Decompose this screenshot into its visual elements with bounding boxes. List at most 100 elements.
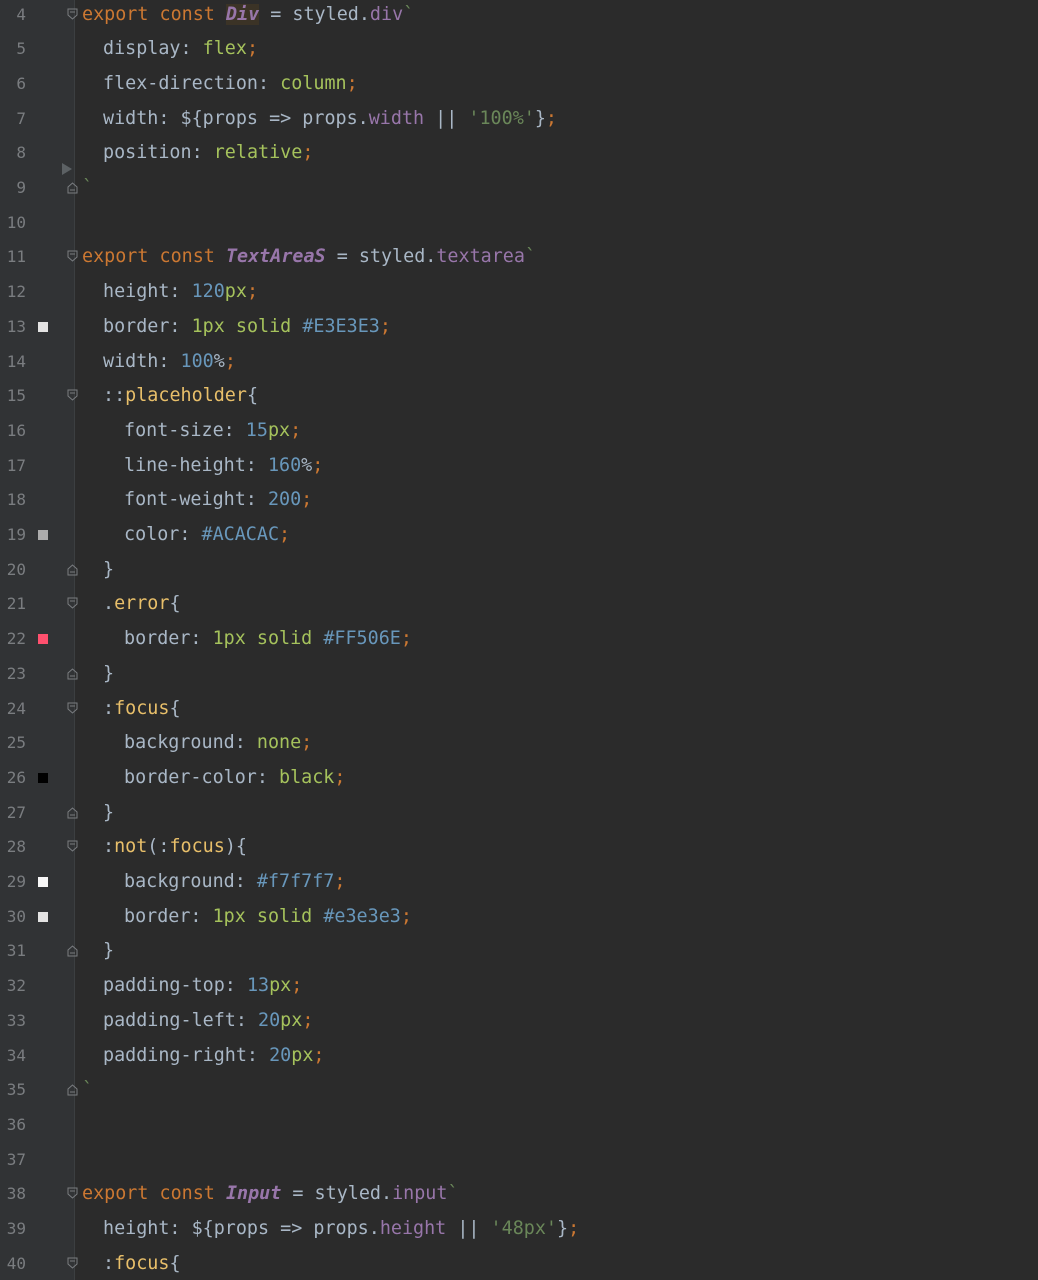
code-text[interactable]: } (103, 934, 114, 969)
code-text[interactable]: border: 1px solid #FF506E; (124, 622, 412, 657)
code-text[interactable]: font-size: 15px; (124, 414, 301, 449)
code-line[interactable]: 5 display: flex; (0, 32, 1038, 67)
code-line[interactable]: 35 ` (0, 1073, 1038, 1108)
color-swatch-icon[interactable] (38, 321, 48, 332)
fold-open-icon[interactable] (67, 597, 78, 610)
code-line[interactable]: 18 font-weight: 200; (0, 483, 1038, 518)
fold-close-icon[interactable] (67, 806, 78, 819)
fold-close-icon[interactable] (67, 563, 78, 576)
code-text[interactable]: ` (82, 171, 93, 206)
fold-open-icon[interactable] (67, 250, 78, 263)
code-text[interactable]: :not(:focus){ (103, 830, 247, 865)
code-line[interactable]: 34 padding-right: 20px; (0, 1039, 1038, 1074)
code-text[interactable]: ` (82, 1073, 93, 1108)
fold-open-icon[interactable] (67, 702, 78, 715)
code-line[interactable]: 8 position: relative; (0, 136, 1038, 171)
code-line[interactable]: 15::placeholder{ (0, 379, 1038, 414)
code-text[interactable]: .error{ (103, 587, 181, 622)
color-swatch-icon[interactable] (38, 530, 48, 540)
fold-close-icon[interactable] (67, 667, 78, 680)
code-text[interactable]: height: 120px; (103, 275, 258, 310)
code-text[interactable]: width: ${props => props.width || '100%'}… (103, 102, 557, 137)
code-line[interactable]: 28:not(:focus){ (0, 830, 1038, 865)
fold-close-icon[interactable] (67, 1083, 78, 1096)
code-line[interactable]: 22 border: 1px solid #FF506E; (0, 622, 1038, 657)
code-editor[interactable]: 4 export const Div = styled.div` 5 display:… (0, 0, 1038, 1280)
fold-open-icon[interactable] (67, 1187, 78, 1200)
code-line[interactable]: 37 (0, 1143, 1038, 1178)
code-token: ; (568, 1218, 580, 1239)
code-text[interactable]: :focus{ (103, 1247, 181, 1280)
color-swatch-icon[interactable] (38, 877, 48, 887)
code-line[interactable]: 27} (0, 796, 1038, 831)
code-line[interactable]: 30 border: 1px solid #e3e3e3; (0, 900, 1038, 935)
code-text[interactable]: flex-direction: column; (103, 67, 358, 102)
code-line[interactable]: 13 border: 1px solid #E3E3E3; (0, 310, 1038, 345)
code-line[interactable]: 23} (0, 657, 1038, 692)
code-line[interactable]: 10 (0, 206, 1038, 241)
code-text[interactable]: export const TextAreaS = styled.textarea… (82, 240, 536, 275)
code-text[interactable]: padding-top: 13px; (103, 969, 302, 1004)
fold-close-icon[interactable] (67, 181, 78, 194)
code-line[interactable]: 7 width: ${props => props.width || '100%'… (0, 102, 1038, 137)
color-swatch-icon[interactable] (38, 634, 48, 645)
code-line[interactable]: 25 background: none; (0, 726, 1038, 761)
line-number: 19 (6, 525, 26, 544)
code-line[interactable]: 39 height: ${props => props.height || '48… (0, 1212, 1038, 1247)
fold-close-icon[interactable] (67, 944, 78, 957)
code-text[interactable]: font-weight: 200; (124, 483, 312, 518)
code-line[interactable]: 29 background: #f7f7f7; (0, 865, 1038, 900)
code-line[interactable]: 12 height: 120px; (0, 275, 1038, 310)
line-number: 18 (6, 490, 26, 510)
code-line[interactable]: 24:focus{ (0, 692, 1038, 727)
code-line[interactable]: 9 ` (0, 171, 1038, 206)
code-text[interactable]: border-color: black; (124, 761, 345, 796)
code-line[interactable]: 16 font-size: 15px; (0, 414, 1038, 449)
code-line[interactable]: 33 padding-left: 20px; (0, 1004, 1038, 1039)
code-text[interactable]: width: 100%; (103, 345, 236, 380)
code-line[interactable]: 4 export const Div = styled.div` (0, 0, 1038, 32)
code-text[interactable]: color: #ACACAC; (124, 518, 290, 553)
code-line[interactable]: 6 flex-direction: column; (0, 67, 1038, 102)
code-text[interactable]: display: flex; (103, 32, 258, 67)
code-text[interactable]: position: relative; (103, 136, 313, 171)
code-token: export (82, 3, 149, 25)
fold-open-icon[interactable] (67, 1257, 78, 1270)
code-line[interactable]: 11 export const TextAreaS = styled.textar… (0, 240, 1038, 275)
code-line[interactable]: 14 width: 100%; (0, 345, 1038, 380)
code-text[interactable]: :focus{ (103, 692, 181, 727)
code-line[interactable]: 20} (0, 553, 1038, 588)
code-text[interactable]: border: 1px solid #e3e3e3; (124, 900, 412, 935)
code-text[interactable]: padding-right: 20px; (103, 1039, 324, 1074)
code-text[interactable]: height: ${props => props.height || '48px… (103, 1212, 579, 1247)
code-line[interactable]: 40:focus{ (0, 1247, 1038, 1280)
code-text[interactable]: } (103, 553, 114, 588)
fold-open-icon[interactable] (67, 840, 78, 853)
code-line[interactable]: 17 line-height: 160%; (0, 449, 1038, 484)
code-line[interactable]: 21 .error{ (0, 587, 1038, 622)
code-text[interactable]: } (103, 796, 114, 831)
code-line[interactable]: 26 border-color: black; (0, 761, 1038, 796)
line-number: 9 (16, 178, 26, 197)
code-text[interactable]: export const Div = styled.div` (82, 0, 414, 32)
code-line[interactable]: 38 export const Input = styled.input` (0, 1177, 1038, 1212)
line-number: 33 (6, 1010, 26, 1030)
fold-open-icon[interactable] (67, 389, 78, 402)
code-area[interactable]: 4 export const Div = styled.div` 5 display:… (0, 0, 1038, 1280)
fold-open-icon[interactable] (67, 8, 78, 21)
code-text[interactable]: } (103, 657, 114, 692)
code-text[interactable]: ::placeholder{ (103, 379, 258, 414)
code-line[interactable]: 31} (0, 934, 1038, 969)
code-line[interactable]: 32 padding-top: 13px; (0, 969, 1038, 1004)
code-text[interactable]: border: 1px solid #E3E3E3; (103, 310, 391, 345)
code-line[interactable]: 19 color: #ACACAC; (0, 518, 1038, 553)
color-swatch-icon[interactable] (38, 911, 48, 922)
code-text[interactable]: background: none; (124, 726, 312, 761)
code-text[interactable]: line-height: 160%; (124, 449, 323, 484)
code-line[interactable]: 36 (0, 1108, 1038, 1143)
code-text[interactable]: export const Input = styled.input` (82, 1177, 459, 1212)
color-swatch-icon[interactable] (38, 772, 48, 783)
code-text[interactable]: padding-left: 20px; (103, 1004, 313, 1039)
code-text[interactable]: background: #f7f7f7; (124, 865, 345, 900)
code-token: width (368, 107, 425, 129)
